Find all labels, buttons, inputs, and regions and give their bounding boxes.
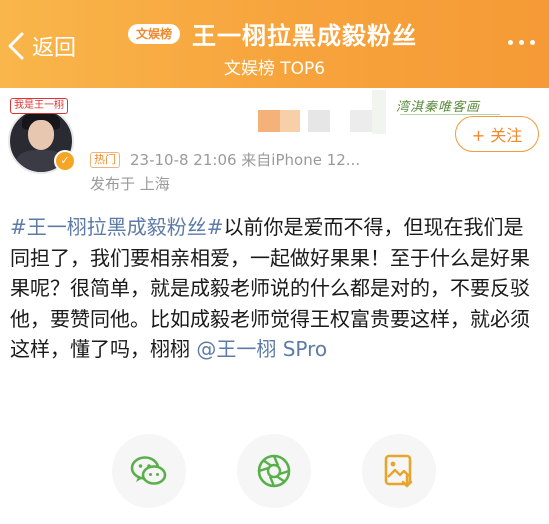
more-dot-icon <box>519 40 524 45</box>
more-options-button[interactable] <box>508 40 535 45</box>
moments-icon <box>257 454 291 488</box>
save-image-icon <box>384 454 413 488</box>
page-subtitle: 文娱榜 TOP6 <box>223 59 326 79</box>
username-mosaic <box>372 90 386 134</box>
post-meta: 热门 23-10-8 21:06 来自iPhone 12... <box>90 149 360 170</box>
decoration-text: 湾淇秦唯客画 <box>396 100 481 115</box>
post-location: 发布于 上海 <box>90 175 170 193</box>
page-title: 王一栩拉黑成毅粉丝 <box>192 22 418 50</box>
title-group: 文娱榜 王一栩拉黑成毅粉丝 <box>128 16 417 51</box>
verified-badge-icon: ✓ <box>54 150 76 172</box>
share-moments-button[interactable] <box>237 434 311 508</box>
header-bar: 返回 文娱榜 王一栩拉黑成毅粉丝 文娱榜 TOP6 <box>0 0 549 88</box>
more-dot-icon <box>508 40 513 45</box>
share-wechat-button[interactable] <box>112 434 186 508</box>
decoration-line <box>400 114 500 115</box>
mention-link[interactable]: @王一栩 SPro <box>196 337 327 361</box>
avatar-tag: 我是王一栩 <box>10 98 68 114</box>
hot-badge: 热门 <box>90 151 120 168</box>
more-dot-icon <box>530 40 535 45</box>
wechat-icon <box>130 456 167 485</box>
username-mosaic <box>350 110 372 132</box>
username-mosaic <box>258 110 280 132</box>
hashtag-link[interactable]: #王一栩拉黑成毅粉丝# <box>10 215 224 239</box>
post-body: #王一栩拉黑成毅粉丝#以前你是爱而不得，但现在我们是同担了，我们要相亲相爱，一起… <box>10 212 540 365</box>
username-mosaic <box>280 110 300 132</box>
share-actions <box>0 434 549 524</box>
follow-button[interactable]: + 关注 <box>455 116 539 152</box>
username-mosaic <box>308 110 330 132</box>
post-time-source: 23-10-8 21:06 来自iPhone 12... <box>130 151 361 169</box>
avatar[interactable]: 我是王一栩 ✓ <box>8 98 76 174</box>
ranking-badge: 文娱榜 <box>128 23 181 44</box>
save-image-button[interactable] <box>362 434 436 508</box>
